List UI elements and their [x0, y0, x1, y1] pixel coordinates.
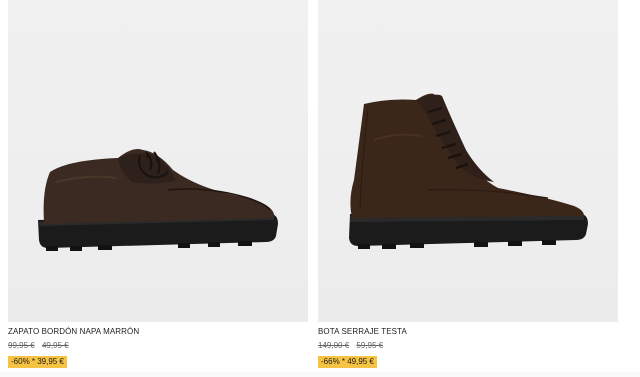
- product-card-bota-serraje[interactable]: BOTA SERRAJE TESTA 149,00 € 59,95 € -66%…: [318, 0, 618, 369]
- price-history: 99,95 € 49,95 €: [8, 340, 308, 351]
- price-history: 149,00 € 59,95 €: [318, 340, 618, 351]
- product-image[interactable]: [8, 0, 308, 322]
- product-name[interactable]: BOTA SERRAJE TESTA: [318, 326, 618, 337]
- discount-badge: -60% * 39,95 €: [8, 356, 67, 368]
- product-name[interactable]: ZAPATO BORDÓN NAPA MARRÓN: [8, 326, 308, 337]
- previous-price: 49,95 €: [41, 341, 69, 350]
- derby-shoe-icon: [38, 149, 278, 251]
- product-card-zapato-bordon[interactable]: ZAPATO BORDÓN NAPA MARRÓN 99,95 € 49,95 …: [8, 0, 308, 369]
- original-price: 149,00 €: [318, 341, 350, 350]
- discount-badge: -66% * 49,95 €: [318, 356, 377, 368]
- previous-price: 59,95 €: [356, 341, 384, 350]
- product-image[interactable]: [318, 0, 618, 322]
- original-price: 99,95 €: [8, 341, 35, 350]
- lace-up-boot-icon: [349, 93, 588, 249]
- next-row-divider: [0, 372, 640, 377]
